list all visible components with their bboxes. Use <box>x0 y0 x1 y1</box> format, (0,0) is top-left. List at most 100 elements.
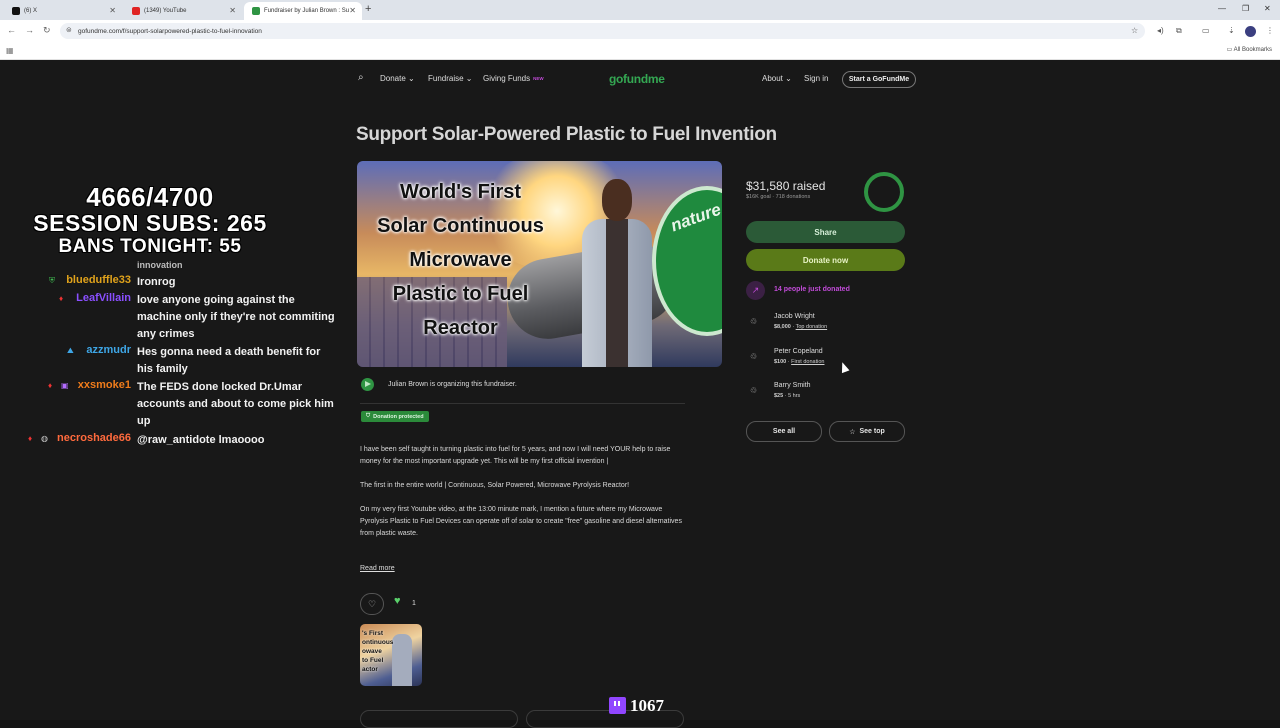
bookmark-star-icon[interactable]: ☆ <box>1131 26 1138 35</box>
mouse-cursor <box>838 360 850 374</box>
tab-youtube[interactable]: (1349) YouTube ✕ <box>124 2 242 20</box>
gofundme-icon <box>252 7 260 15</box>
heart-outline-icon: ♡ <box>367 598 377 609</box>
chat-username: blueduffle33 <box>66 274 131 286</box>
chat-badge-icon: ♦ <box>59 294 64 303</box>
nav-sign-in[interactable]: Sign in <box>804 74 828 83</box>
nav-about[interactable]: About ⌄ <box>762 74 792 83</box>
restore-icon[interactable]: ❐ <box>1242 4 1249 13</box>
story-paragraph: The first in the entire world | Continuo… <box>360 482 630 489</box>
nav-donate[interactable]: Donate ⌄ <box>380 74 415 83</box>
search-icon[interactable]: ⌕ <box>358 72 364 83</box>
donor-hand-icon: ♲ <box>750 386 758 395</box>
star-icon: ☆ <box>849 428 856 436</box>
heart-icon: ♥ <box>394 595 401 607</box>
chat-message: love anyone going against the machine on… <box>137 294 335 340</box>
goal-and-donations: $16K goal · 718 donations <box>746 194 811 200</box>
donor-name: Jacob Wright <box>774 313 815 320</box>
menu-icon[interactable]: ⋮ <box>1266 26 1274 35</box>
chat-username: xxsmoke1 <box>77 379 131 391</box>
read-more-link[interactable]: Read more <box>360 565 395 572</box>
new-tab-button[interactable]: + <box>365 3 371 15</box>
chat-cut-text: innovation <box>137 260 183 270</box>
sidepanel-icon[interactable]: ▭ <box>1202 26 1210 35</box>
nav-fundraise[interactable]: Fundraise ⌄ <box>428 74 473 83</box>
recent-donations-count: 14 people just donated <box>774 286 850 293</box>
chat-message: Ironrog <box>137 276 176 288</box>
browser-tab-bar: (6) X ✕ (1349) YouTube ✕ Fundraiser by J… <box>0 0 1280 20</box>
chat-badge-icon: ◍ <box>41 434 48 443</box>
close-tab-icon[interactable]: ✕ <box>229 6 236 15</box>
see-all-button[interactable]: See all <box>746 421 822 442</box>
window-close-icon[interactable]: ✕ <box>1264 4 1271 13</box>
close-tab-icon[interactable]: ✕ <box>349 6 356 15</box>
gift-badge-icon: ▣ <box>61 381 69 390</box>
bottom-action-button[interactable] <box>360 710 518 728</box>
donor-detail: $100 · First donation <box>774 359 825 365</box>
chat-username: azzmudr <box>86 344 131 356</box>
donor-hand-icon: ♲ <box>750 352 758 361</box>
donate-now-button[interactable]: Donate now <box>746 249 905 271</box>
site-info-icon[interactable]: ⊜ <box>66 26 72 34</box>
apps-grid-icon[interactable]: ▦ <box>6 46 14 55</box>
twitch-icon <box>609 697 626 714</box>
heart-count: 1 <box>412 600 416 607</box>
share-button[interactable]: Share <box>746 221 905 243</box>
session-subs: SESSION SUBS: 265 <box>33 210 267 236</box>
back-icon[interactable]: ← <box>7 25 16 35</box>
tab-x[interactable]: (6) X ✕ <box>4 2 122 20</box>
x-logo-icon <box>12 7 20 15</box>
hero-caption: World's First Solar Continuous Microwave… <box>377 181 544 339</box>
chat-username: necroshade66 <box>57 432 131 444</box>
story-paragraph: I have been self taught in turning plast… <box>360 446 671 465</box>
browser-toolbar: ← → ↻ ⊜ gofundme.com/f/support-solarpowe… <box>0 20 1280 42</box>
progress-ring <box>864 172 904 212</box>
donor-hand-icon: ♲ <box>750 317 758 326</box>
all-bookmarks[interactable]: ▭ All Bookmarks <box>1227 46 1272 53</box>
youtube-icon <box>132 7 140 15</box>
gofundme-logo[interactable]: gofundme <box>609 72 665 86</box>
chat-message: The FEDS done locked Dr.Umar accounts an… <box>137 381 334 427</box>
donor-detail: $25 · 5 hrs <box>774 393 801 399</box>
bookmarks-bar: ▦ ▭ All Bookmarks <box>0 42 1280 60</box>
chat-username: LeafVillain <box>76 292 131 304</box>
close-tab-icon[interactable]: ✕ <box>109 6 116 15</box>
hero-image[interactable]: nature World's First Solar Continuous Mi… <box>357 161 722 367</box>
media-icon[interactable]: ◂) <box>1157 26 1164 35</box>
donor-detail: $8,000 · Top donation <box>774 324 828 330</box>
sub-goal-counter: 4666/4700 <box>86 182 214 212</box>
new-badge: NEW <box>533 76 544 82</box>
trending-icon: ↗ <box>746 281 765 300</box>
download-icon[interactable]: ⇣ <box>1228 26 1235 35</box>
organizer-avatar <box>361 378 374 391</box>
forward-icon[interactable]: → <box>25 25 34 35</box>
chat-badge-icon: ♦ <box>28 434 33 443</box>
story-paragraph: On my very first Youtube video, at the 1… <box>360 506 682 537</box>
page-content: ⌕ Donate ⌄ Fundraise ⌄ Giving Funds NEW g… <box>0 60 1280 728</box>
extensions-icon[interactable]: ⧉ <box>1176 26 1182 36</box>
donation-protected-badge[interactable]: ⛉ Donation protected <box>361 411 429 422</box>
bans-tonight: BANS TONIGHT: 55 <box>58 236 242 257</box>
donor-name: Peter Copeland <box>774 348 823 355</box>
chat-message: Hes gonna need a death benefit for his f… <box>137 346 321 375</box>
page-title: Support Solar-Powered Plastic to Fuel In… <box>356 124 777 145</box>
tab-gofundme[interactable]: Fundraiser by Julian Brown : Su ✕ <box>244 2 362 20</box>
chat-message: @raw_antidote lmaoooo <box>137 434 265 446</box>
reload-icon[interactable]: ↻ <box>43 25 51 36</box>
chat-badge-icon: ♦ <box>48 381 53 390</box>
nav-giving-funds[interactable]: Giving Funds NEW <box>483 74 544 83</box>
see-top-button[interactable]: ☆ See top <box>829 421 905 442</box>
start-gofundme-button[interactable]: Start a GoFundMe <box>842 71 916 88</box>
amount-raised: $31,580 raised <box>746 179 826 193</box>
profile-avatar[interactable] <box>1245 26 1256 37</box>
chat-badge-icon: ⛰ <box>67 346 74 355</box>
react-button[interactable]: ♡ <box>360 593 384 615</box>
organizer-line[interactable]: Julian Brown is organizing this fundrais… <box>361 378 517 391</box>
gallery-thumbnail[interactable]: 's First ontinuous owave to Fuel actor <box>360 624 422 686</box>
viewer-count: 1067 <box>630 696 664 715</box>
address-bar[interactable]: ⊜ gofundme.com/f/support-solarpowered-pl… <box>60 23 1145 39</box>
donor-name: Barry Smith <box>774 382 811 389</box>
chat-badge-icon: ⛨ <box>49 276 55 285</box>
minimize-icon[interactable]: — <box>1218 4 1226 13</box>
inventor-figure <box>582 179 652 367</box>
